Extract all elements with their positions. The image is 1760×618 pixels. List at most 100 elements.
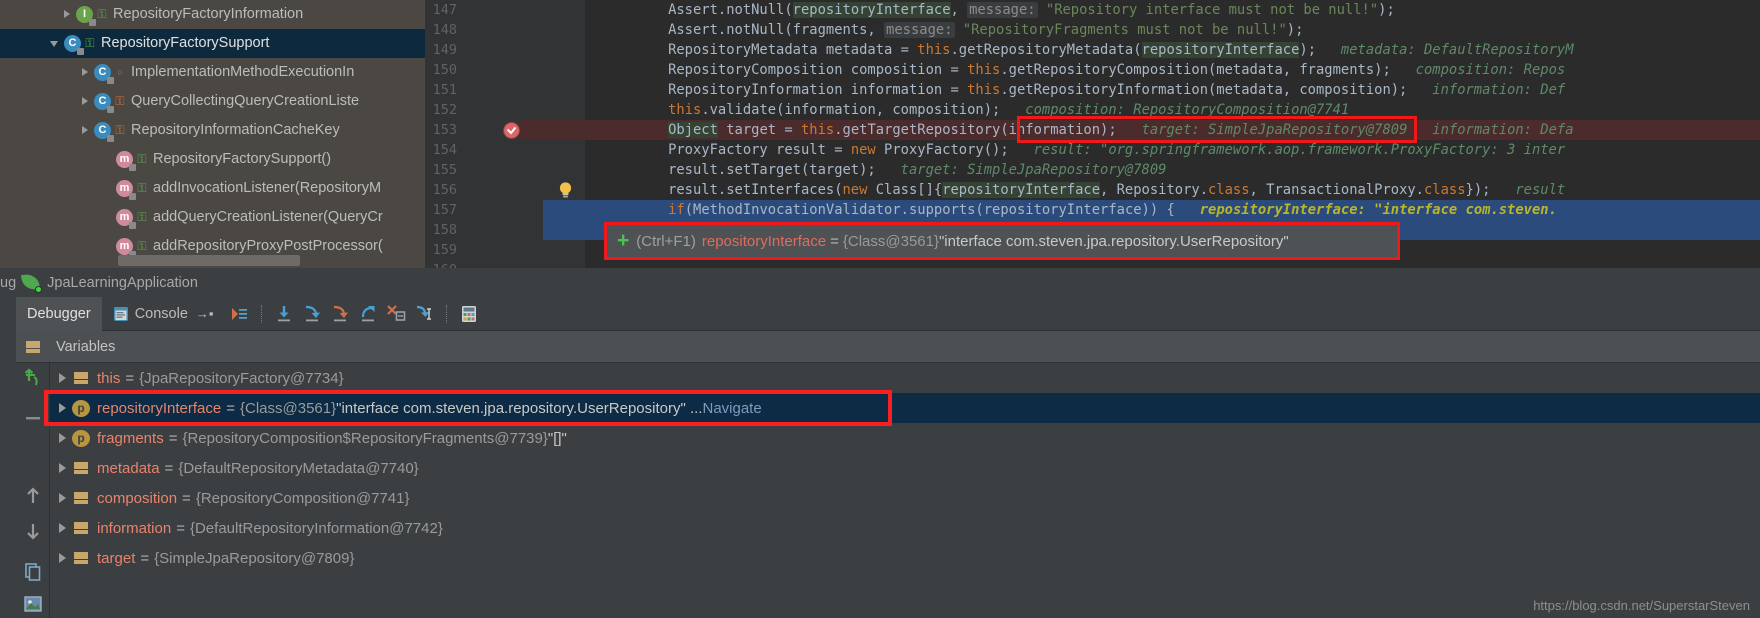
variable-row[interactable]: target = {SimpleJpaRepository@7809} <box>50 543 1760 573</box>
code-token: ); <box>1286 22 1304 38</box>
image-preview-icon[interactable] <box>20 591 46 617</box>
show-execution-point-icon[interactable] <box>226 301 252 327</box>
code-line[interactable]: RepositoryMetadata metadata = this.getRe… <box>585 40 1574 60</box>
move-down-icon[interactable] <box>20 518 46 544</box>
object-value-icon <box>72 489 90 507</box>
object-value-icon <box>72 549 90 567</box>
structure-tree-item[interactable]: C ○ ImplementationMethodExecutionIn <box>0 58 425 87</box>
code-line[interactable]: Assert.notNull(fragments, message: "Repo… <box>585 20 1303 40</box>
lock-public-icon: ⚿ <box>137 181 147 195</box>
class-badge-icon: C <box>64 35 84 55</box>
chevron-right-icon[interactable] <box>78 116 94 145</box>
structure-tree-item[interactable]: m ⚿ addQueryCreationListener(QueryCr <box>0 203 425 232</box>
variable-name: metadata <box>97 459 160 477</box>
chevron-right-icon[interactable] <box>54 423 72 453</box>
structure-tree-item[interactable]: m ⚿ addInvocationListener(RepositoryM <box>0 174 425 203</box>
variable-row[interactable]: composition = {RepositoryComposition@7741} <box>50 483 1760 513</box>
chevron-right-icon[interactable] <box>78 58 94 87</box>
code-line[interactable]: Assert.notNull(repositoryInterface, mess… <box>585 0 1395 20</box>
chevron-down-icon[interactable] <box>48 29 64 58</box>
variable-equals: = <box>125 369 135 387</box>
code-token: message: <box>884 22 955 38</box>
code-token: .validate(information, composition); <box>701 102 1001 118</box>
code-token: repositoryInterface <box>942 182 1101 198</box>
variable-equals: = <box>226 399 235 417</box>
code-token: }); <box>1465 182 1491 198</box>
parameter-value-icon: p <box>72 429 90 447</box>
chevron-right-icon[interactable] <box>60 0 76 29</box>
variable-name: fragments <box>97 429 164 447</box>
step-out-icon[interactable] <box>355 301 381 327</box>
run-configuration-name: JpaLearningApplication <box>47 274 198 291</box>
structure-tree-item[interactable]: I ⚿ RepositoryFactoryInformation <box>0 0 425 29</box>
copy-icon[interactable] <box>20 559 46 585</box>
code-line[interactable]: result.setInterfaces(new Class[]{reposit… <box>585 180 1565 200</box>
code-token: repositoryInterface <box>792 2 951 18</box>
debugger-tabs-and-toolbar: Debugger Console →▪ <box>16 296 1760 331</box>
code-token: RepositoryInformation information = <box>585 82 968 98</box>
structure-tree-item[interactable]: C ⚿ RepositoryFactorySupport <box>0 29 425 58</box>
variable-reference: {SimpleJpaRepository@7809} <box>154 549 355 567</box>
navigate-link[interactable]: Navigate <box>702 400 761 417</box>
intention-bulb-icon[interactable] <box>557 181 574 199</box>
breakpoint-verified-icon[interactable] <box>503 122 520 139</box>
code-token: ProxyFactory(); <box>875 142 1009 158</box>
code-line[interactable]: Object target = this.getTargetRepository… <box>585 120 1574 140</box>
mute-breakpoints-icon[interactable] <box>20 365 46 391</box>
lock-private-icon: ⚿ <box>115 94 125 108</box>
variable-row[interactable]: this = {JpaRepositoryFactory@7734} <box>50 363 1760 393</box>
tab-console[interactable]: Console →▪ <box>102 297 225 331</box>
variable-row[interactable]: information = {DefaultRepositoryInformatio… <box>50 513 1760 543</box>
popup-variable-name: repositoryInterface <box>701 232 827 250</box>
chevron-right-icon[interactable] <box>54 363 72 393</box>
evaluate-expression-icon[interactable] <box>456 301 482 327</box>
variable-row[interactable]: p fragments = {RepositoryComposition$Reposi… <box>50 423 1760 453</box>
collapse-icon[interactable] <box>20 405 46 431</box>
structure-tree-item[interactable]: C ⚿ QueryCollectingQueryCreationListe <box>0 87 425 116</box>
add-watch-icon[interactable]: + <box>617 229 629 253</box>
tab-debugger[interactable]: Debugger <box>16 296 102 331</box>
chevron-right-icon[interactable] <box>54 513 72 543</box>
step-into-icon[interactable] <box>299 301 325 327</box>
code-token: ProxyFactory result = <box>585 142 851 158</box>
code-line[interactable]: if(MethodInvocationValidator.supports(re… <box>585 200 1557 220</box>
code-token: repositoryInterface <box>1141 42 1300 58</box>
inline-debug-value-popup[interactable]: + (Ctrl+F1) repositoryInterface = {Class… <box>604 222 1400 260</box>
variable-row[interactable]: metadata = {DefaultRepositoryMetadata@7740… <box>50 453 1760 483</box>
code-line[interactable]: result.setTarget(target); target: Simple… <box>585 160 1166 180</box>
chevron-right-icon[interactable] <box>78 87 94 116</box>
step-over-icon[interactable] <box>271 301 297 327</box>
editor-gutter[interactable]: 1471481491501511521531541551561571581591… <box>425 0 585 268</box>
chevron-right-icon[interactable] <box>54 393 72 423</box>
code-token: this <box>668 102 702 118</box>
structure-tool-window[interactable]: I ⚿ RepositoryFactoryInformation C ⚿ Reposito… <box>0 0 425 268</box>
force-step-into-icon[interactable] <box>327 301 353 327</box>
structure-horizontal-scrollbar[interactable] <box>118 255 300 266</box>
move-up-icon[interactable] <box>20 483 46 509</box>
variable-reference: {RepositoryComposition@7741} <box>195 489 410 507</box>
variable-value: "interface com.steven.jpa.repository.Use… <box>336 399 703 417</box>
code-line[interactable]: ProxyFactory result = new ProxyFactory()… <box>585 140 1565 160</box>
code-token: , TransactionalProxy. <box>1249 182 1424 198</box>
code-line[interactable]: RepositoryInformation information = this… <box>585 80 1565 100</box>
variables-list[interactable]: this = {JpaRepositoryFactory@7734} p reposit… <box>50 363 1760 618</box>
chevron-right-icon[interactable] <box>54 483 72 513</box>
chevron-right-icon[interactable] <box>54 453 72 483</box>
pin-tab-icon[interactable]: →▪ <box>196 306 214 321</box>
structure-tree-item[interactable]: m ⚿ RepositoryFactorySupport() <box>0 145 425 174</box>
code-token: , <box>950 2 968 18</box>
execution-line-gutter-strip-2 <box>543 220 585 240</box>
variable-row[interactable]: p repositoryInterface = {Class@3561} "inter… <box>50 393 1760 423</box>
run-to-cursor-icon[interactable] <box>411 301 437 327</box>
code-line[interactable]: RepositoryComposition composition = this… <box>585 60 1565 80</box>
class-badge-icon: C <box>94 64 114 84</box>
drop-frame-icon[interactable] <box>383 301 409 327</box>
lock-public-icon: ⚿ <box>137 210 147 224</box>
chevron-right-icon[interactable] <box>54 543 72 573</box>
structure-tree-item[interactable]: C ⚿ RepositoryInformationCacheKey <box>0 116 425 145</box>
code-line[interactable]: this.validate(information, composition);… <box>585 100 1349 120</box>
